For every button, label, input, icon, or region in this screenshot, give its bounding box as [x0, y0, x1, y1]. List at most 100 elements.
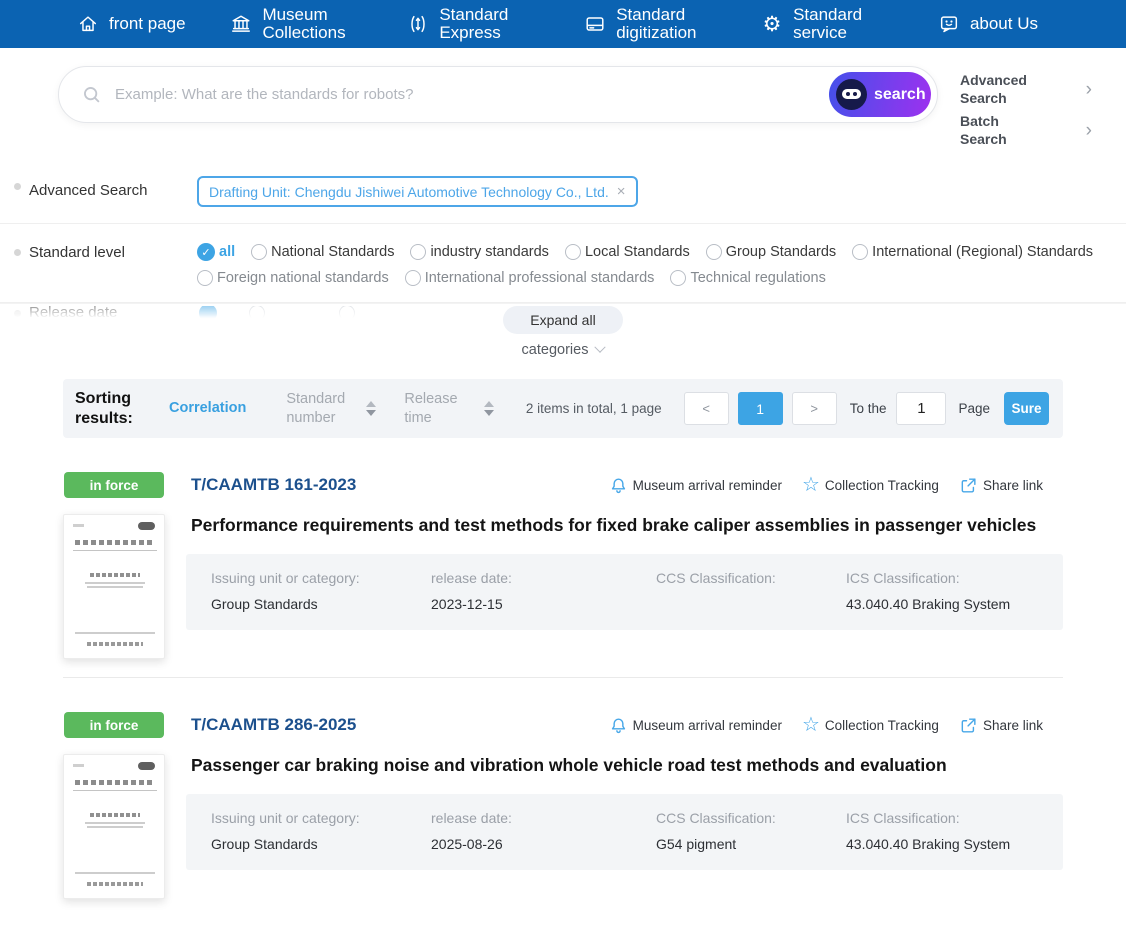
museum-arrival-reminder-action[interactable]: Museum arrival reminder	[609, 716, 782, 735]
goto-suffix-label: Page	[958, 401, 990, 416]
radio-national-standards[interactable]: National Standards	[251, 244, 394, 260]
chevron-right-icon: ›	[1085, 120, 1092, 141]
sort-tab-label: Correlation	[169, 400, 247, 417]
action-label: Collection Tracking	[824, 477, 939, 493]
detail-value: 43.040.40 Braking System	[846, 596, 1011, 612]
star-icon: ☆	[801, 714, 820, 736]
goto-prefix-label: To the	[849, 401, 887, 416]
sort-tab-release-time[interactable]: Release time	[404, 390, 495, 428]
options-row-1: ✓ all National Standards industry standa…	[197, 243, 1093, 261]
detail-cell: Issuing unit or category: Group Standard…	[211, 810, 431, 852]
radio-label: industry standards	[430, 244, 549, 260]
prev-page-button[interactable]: <	[683, 392, 729, 425]
nav-label: Museum Collections	[262, 4, 346, 42]
radio-foreign-national-standards[interactable]: Foreign national standards	[197, 270, 389, 286]
close-icon[interactable]: ×	[617, 183, 626, 200]
radio-circle-icon	[410, 244, 427, 260]
nav-label: front page	[109, 13, 186, 33]
sort-tab-label: Standard number	[286, 390, 346, 426]
radio-circle-icon	[705, 244, 722, 260]
batch-search-link[interactable]: Batch Search ›	[960, 113, 1092, 148]
radio-label: International professional standards	[424, 270, 655, 286]
results-summary: 2 items in total, 1 page	[525, 401, 662, 416]
result-title-link[interactable]: Performance requirements and test method…	[191, 515, 1063, 536]
radio-all[interactable]: ✓ all	[197, 243, 235, 261]
chevron-down-icon	[594, 341, 607, 353]
categories-dropdown[interactable]: categories	[522, 341, 607, 358]
nav-label: Standard digitization	[616, 4, 697, 42]
detail-cell: ICS Classification: 43.040.40 Braking Sy…	[846, 570, 1053, 612]
nav-standard-service[interactable]: ⚙ Standard service	[760, 5, 893, 43]
expand-all-button[interactable]: Expand all	[503, 306, 623, 334]
collection-tracking-action[interactable]: ☆ Collection Tracking	[802, 475, 939, 495]
action-label: Museum arrival reminder	[632, 717, 782, 733]
document-thumbnail[interactable]	[63, 514, 165, 659]
express-icon	[406, 12, 430, 36]
detail-cell: Issuing unit or category: Group Standard…	[211, 570, 431, 612]
search-input[interactable]	[103, 86, 829, 103]
radio-international-regional-standards[interactable]: International (Regional) Standards	[852, 244, 1093, 260]
result-content: T/CAAMTB 286-2025 Museum arrival reminde…	[186, 712, 1063, 899]
radio-international-professional-standards[interactable]: International professional standards	[404, 270, 655, 286]
standard-level-row: Standard level ✓ all National Standards …	[0, 224, 1126, 303]
museum-icon	[229, 12, 253, 36]
radio-technical-regulations[interactable]: Technical regulations	[670, 270, 826, 286]
nav-about-us[interactable]: about Us	[937, 12, 1038, 36]
radio-label: Group Standards	[725, 244, 837, 260]
sort-arrows-icon[interactable]	[366, 401, 377, 416]
detail-label: Issuing unit or category:	[211, 810, 360, 826]
radio-circle-icon	[251, 244, 268, 260]
advanced-search-row-label: Advanced Search	[29, 182, 148, 199]
goto-page-input[interactable]	[896, 392, 947, 425]
nav-museum-collections[interactable]: Museum Collections	[229, 4, 362, 43]
detail-value: G54 pigment	[656, 836, 737, 852]
bell-icon	[611, 477, 625, 493]
standard-number-link[interactable]: T/CAAMTB 161-2023	[191, 475, 356, 495]
nav-standard-digitization[interactable]: Standard digitization	[583, 4, 716, 43]
advanced-search-row: Advanced Search Drafting Unit: Chengdu J…	[0, 162, 1126, 224]
bullet-icon	[14, 183, 21, 190]
sure-button[interactable]: Sure	[1004, 392, 1049, 425]
radio-industry-standards[interactable]: industry standards	[410, 244, 549, 260]
detail-value: Group Standards	[211, 596, 318, 612]
detail-cell: CCS Classification: G54 pigment	[656, 810, 846, 852]
sort-tab-correlation[interactable]: Correlation	[169, 399, 246, 418]
detail-cell: CCS Classification:	[656, 570, 846, 612]
next-page-button[interactable]: >	[791, 392, 837, 425]
detail-value	[656, 596, 846, 612]
current-page-button[interactable]: 1	[737, 392, 783, 425]
detail-label: Issuing unit or category:	[211, 570, 360, 586]
sort-tab-label: Release time	[404, 390, 458, 426]
radio-circle-icon	[249, 306, 265, 319]
chevron-right-icon: ›	[1085, 79, 1092, 100]
radio-group-standards[interactable]: Group Standards	[705, 244, 837, 260]
detail-value: 2023-12-15	[431, 596, 503, 612]
release-date-row-collapsed: Release date	[14, 306, 401, 319]
search-bar: search	[58, 66, 938, 123]
advanced-search-link[interactable]: Advanced Search ›	[960, 72, 1092, 107]
detail-value: 43.040.40 Braking System	[846, 836, 1011, 852]
share-link-action[interactable]: Share link	[959, 716, 1043, 735]
document-thumbnail[interactable]	[63, 754, 165, 899]
result-header: T/CAAMTB 286-2025 Museum arrival reminde…	[191, 715, 1063, 735]
drafting-unit-filter-tag[interactable]: Drafting Unit: Chengdu Jishiwei Automoti…	[197, 176, 638, 207]
radio-label: Technical regulations	[690, 270, 826, 286]
radio-label: National Standards	[271, 244, 395, 260]
nav-front-page[interactable]: front page	[76, 12, 186, 36]
radio-local-standards[interactable]: Local Standards	[564, 244, 690, 260]
radio-circle-icon	[564, 244, 581, 260]
museum-arrival-reminder-action[interactable]: Museum arrival reminder	[609, 476, 782, 495]
service-gear-icon: ⚙	[762, 12, 782, 36]
share-link-action[interactable]: Share link	[959, 476, 1043, 495]
sort-tab-standard-number[interactable]: Standard number	[286, 390, 377, 428]
action-label: Collection Tracking	[824, 717, 939, 733]
radio-circle-icon	[339, 306, 355, 319]
standard-number-link[interactable]: T/CAAMTB 286-2025	[191, 715, 356, 735]
collection-tracking-action[interactable]: ☆ Collection Tracking	[802, 715, 939, 735]
sort-arrows-icon[interactable]	[484, 401, 495, 416]
search-button[interactable]: search	[829, 72, 931, 117]
radio-label: International (Regional) Standards	[872, 244, 1094, 260]
result-title-link[interactable]: Passenger car braking noise and vibratio…	[191, 755, 1063, 776]
nav-standard-express[interactable]: Standard Express	[406, 5, 539, 43]
share-icon	[961, 717, 976, 733]
